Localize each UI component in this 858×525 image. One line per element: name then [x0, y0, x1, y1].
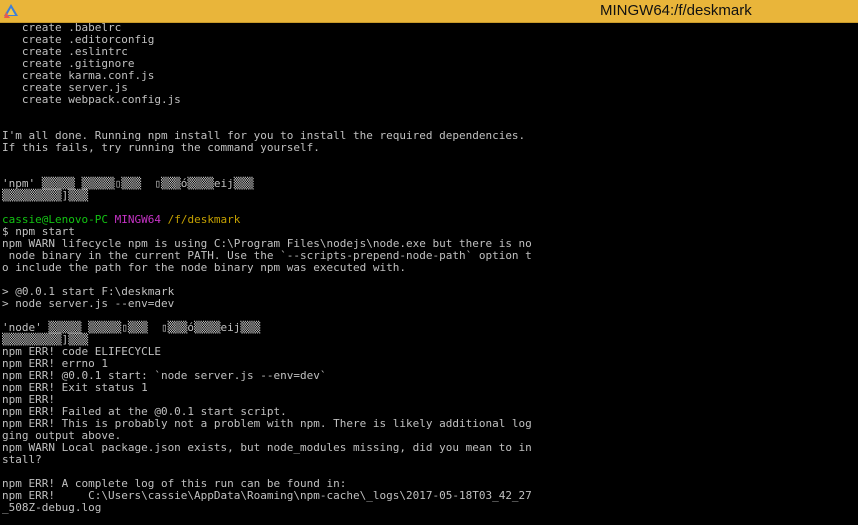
- terminal-line: o include the path for the node binary n…: [2, 261, 406, 274]
- prompt-system: MINGW64: [114, 213, 161, 226]
- window-titlebar[interactable]: MINGW64:/f/deskmark: [0, 0, 858, 23]
- window-title: MINGW64:/f/deskmark: [600, 2, 752, 19]
- terminal-line: npm WARN Local package.json exists, but …: [2, 441, 532, 454]
- terminal-line: stall?: [2, 453, 42, 466]
- terminal-line: create webpack.config.js: [2, 93, 181, 106]
- terminal-line: _508Z-debug.log: [2, 501, 102, 514]
- terminal-line: ▒▒▒▒▒▒▒▒▒]▒▒▒: [2, 189, 89, 202]
- terminal-line: > node server.js --env=dev: [2, 297, 175, 310]
- mingw-terminal-icon: [4, 4, 18, 18]
- terminal-line: If this fails, try running the command y…: [2, 141, 320, 154]
- terminal-output[interactable]: create .babelrc create .editorconfig cre…: [0, 22, 858, 525]
- prompt-path: /f/deskmark: [167, 213, 241, 226]
